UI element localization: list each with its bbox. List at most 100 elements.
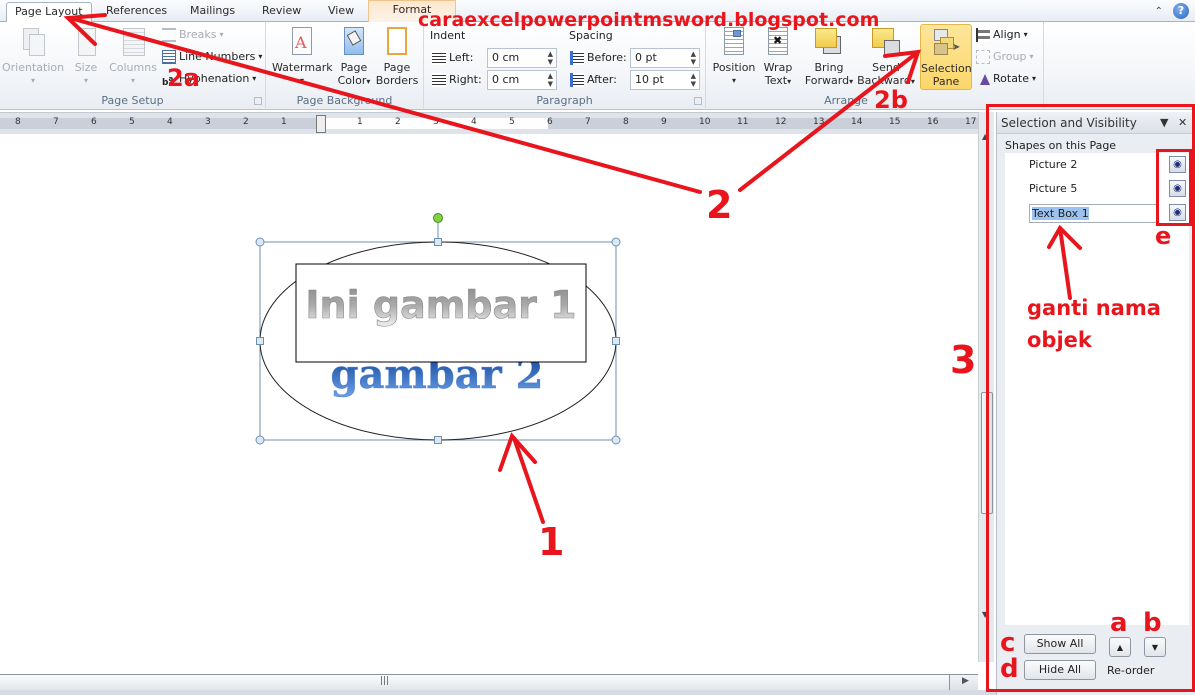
ruler-tick-label: 14 (851, 117, 863, 127)
selection-pane-icon: ➤ (930, 27, 962, 59)
document-canvas[interactable]: gambar 2 Ini gambar 1 (0, 134, 978, 662)
ruler-tick-label: 5 (509, 117, 515, 127)
tab-view[interactable]: View (320, 2, 362, 22)
tab-review[interactable]: Review (254, 2, 309, 22)
indent-left-input[interactable]: 0 cm ▲ ▼ (487, 48, 557, 68)
spacing-after-spinner[interactable]: ▲ ▼ (691, 72, 696, 88)
indent-left-spinner[interactable]: ▲ ▼ (548, 50, 553, 66)
spacing-after-icon (570, 73, 584, 87)
indent-left-icon (432, 51, 446, 65)
group-icon (976, 50, 990, 64)
textbox-text: Ini gambar 1 (305, 283, 576, 327)
ruler-tick-label: 12 (775, 117, 787, 127)
reorder-label: Re-order (1107, 664, 1155, 677)
horizontal-scroll-thumb[interactable]: ||| (0, 675, 950, 690)
size-icon (70, 26, 102, 58)
ruler-tick-label: 2 (243, 117, 249, 127)
ruler-tick-label: 16 (927, 117, 939, 127)
page-setup-launcher-icon[interactable]: ↘ (254, 97, 262, 105)
ruler-tick-label: 3 (433, 117, 439, 127)
spacing-after-input[interactable]: 10 pt ▲ ▼ (630, 70, 700, 90)
group-paragraph: Indent Spacing Left: 0 cm ▲ ▼ Right: 0 cm… (424, 22, 706, 108)
ruler-tick-label: 1 (281, 117, 287, 127)
visibility-eye-icon[interactable]: ◉ (1169, 156, 1186, 173)
indent-right-spinner[interactable]: ▲ ▼ (548, 72, 553, 88)
shape-item-picture-2[interactable]: Picture 2 (1029, 158, 1077, 171)
tab-format[interactable]: Format (368, 0, 456, 22)
hide-all-button[interactable]: Hide All (1024, 660, 1096, 680)
pane-menu-icon[interactable]: ▼ (1160, 116, 1168, 129)
scroll-up-icon[interactable]: ▲ (982, 132, 988, 141)
columns-button[interactable]: Columns ▾ (108, 26, 158, 87)
spacing-after-label-row: After: (570, 70, 617, 90)
ruler-tick-label: 8 (623, 117, 629, 127)
spacing-before-input[interactable]: 0 pt ▲ ▼ (630, 48, 700, 68)
vertical-scrollbar[interactable]: ▲ ▼ (978, 112, 994, 662)
indent-marker[interactable] (316, 115, 326, 133)
spacing-before-icon (570, 51, 584, 65)
orientation-button[interactable]: Orientation ▾ (2, 26, 64, 87)
horizontal-ruler[interactable]: 8 7 6 5 4 3 2 1 1 2 3 4 5 6 7 8 9 10 11 12 13 14 15 16 17 (0, 112, 980, 134)
ruler-tick-label: 17 (965, 117, 977, 127)
hyphenation-button[interactable]: ba Hyphenation ▾ (162, 69, 256, 89)
page-setup-label: Page Setup (101, 94, 164, 107)
minimize-ribbon-icon[interactable]: ⌃ (1155, 6, 1163, 17)
visibility-eye-icon[interactable]: ◉ (1169, 180, 1186, 197)
send-backward-button[interactable]: Send Backward▾ (856, 26, 916, 88)
paragraph-launcher-icon[interactable]: ↘ (694, 97, 702, 105)
tab-references[interactable]: References (98, 2, 175, 22)
wrap-text-button[interactable]: ✖ Wrap Text▾ (758, 26, 798, 88)
tab-mailings[interactable]: Mailings (182, 2, 243, 22)
show-all-button[interactable]: Show All (1024, 634, 1096, 654)
indent-right-input[interactable]: 0 cm ▲ ▼ (487, 70, 557, 90)
line-numbers-icon (162, 50, 176, 64)
indent-label: Indent (430, 29, 466, 42)
rotate-button[interactable]: Rotate ▾ (976, 69, 1036, 89)
ruler-tick-label: 4 (471, 117, 477, 127)
horizontal-scrollbar[interactable]: ||| ▶ (0, 674, 978, 690)
ruler-tick-label: 6 (547, 117, 553, 127)
help-icon[interactable]: ? (1173, 3, 1189, 19)
move-down-icon: ▼ (1151, 643, 1159, 652)
ruler-tick-label: 11 (737, 117, 749, 127)
send-backward-icon (870, 26, 902, 58)
page-color-icon (338, 26, 370, 58)
position-button[interactable]: Position ▾ (710, 26, 758, 87)
page-color-button[interactable]: Page Color▾ (334, 26, 374, 88)
ribbon-tab-bar: Page Layout References Mailings Review V… (0, 0, 1195, 23)
tab-page-layout[interactable]: Page Layout (6, 2, 92, 23)
pane-close-icon[interactable]: ✕ (1178, 116, 1187, 129)
shape-item-picture-5[interactable]: Picture 5 (1029, 182, 1077, 195)
hyphenation-icon: ba (162, 75, 174, 88)
spacing-before-spinner[interactable]: ▲ ▼ (691, 50, 696, 66)
ruler-tick-label: 5 (129, 117, 135, 127)
align-icon (976, 28, 990, 42)
window-controls: ⌃ ? (1155, 3, 1189, 19)
align-button[interactable]: Align ▾ (976, 25, 1028, 45)
scroll-right-icon[interactable]: ▶ (962, 676, 969, 686)
watermark-icon: A (286, 26, 318, 58)
rotation-handle[interactable] (433, 213, 443, 223)
page-background-label: Page Background (296, 94, 393, 107)
arrange-label: Arrange (824, 94, 868, 107)
line-numbers-button[interactable]: Line Numbers ▾ (162, 47, 262, 67)
move-up-button[interactable]: ▲ (1109, 637, 1131, 657)
bring-forward-button[interactable]: Bring Forward▾ (804, 26, 854, 88)
watermark-button[interactable]: A Watermark ▾ (272, 26, 333, 87)
move-down-button[interactable]: ▼ (1144, 637, 1166, 657)
ruler-tick-label: 4 (167, 117, 173, 127)
group-arrange: Position ▾ ✖ Wrap Text▾ Bring Forward▾ S… (706, 22, 1044, 108)
size-button[interactable]: Size ▾ (68, 26, 104, 87)
ruler-tick-label: 2 (395, 117, 401, 127)
vertical-scroll-thumb[interactable] (981, 392, 993, 514)
selection-pane-button[interactable]: ➤ Selection Pane (920, 24, 972, 90)
breaks-button[interactable]: Breaks ▾ (162, 25, 223, 45)
visibility-eye-icon[interactable]: ◉ (1169, 204, 1186, 221)
group-button[interactable]: Group ▾ (976, 47, 1034, 67)
paragraph-label: Paragraph (536, 94, 593, 107)
spacing-before-label-row: Before: (570, 48, 627, 68)
shape-rename-input[interactable]: Text Box 1 (1029, 204, 1157, 223)
page-borders-button[interactable]: Page Borders (374, 26, 420, 87)
ruler-tick-label: 7 (53, 117, 59, 127)
scroll-down-icon[interactable]: ▼ (982, 610, 988, 619)
